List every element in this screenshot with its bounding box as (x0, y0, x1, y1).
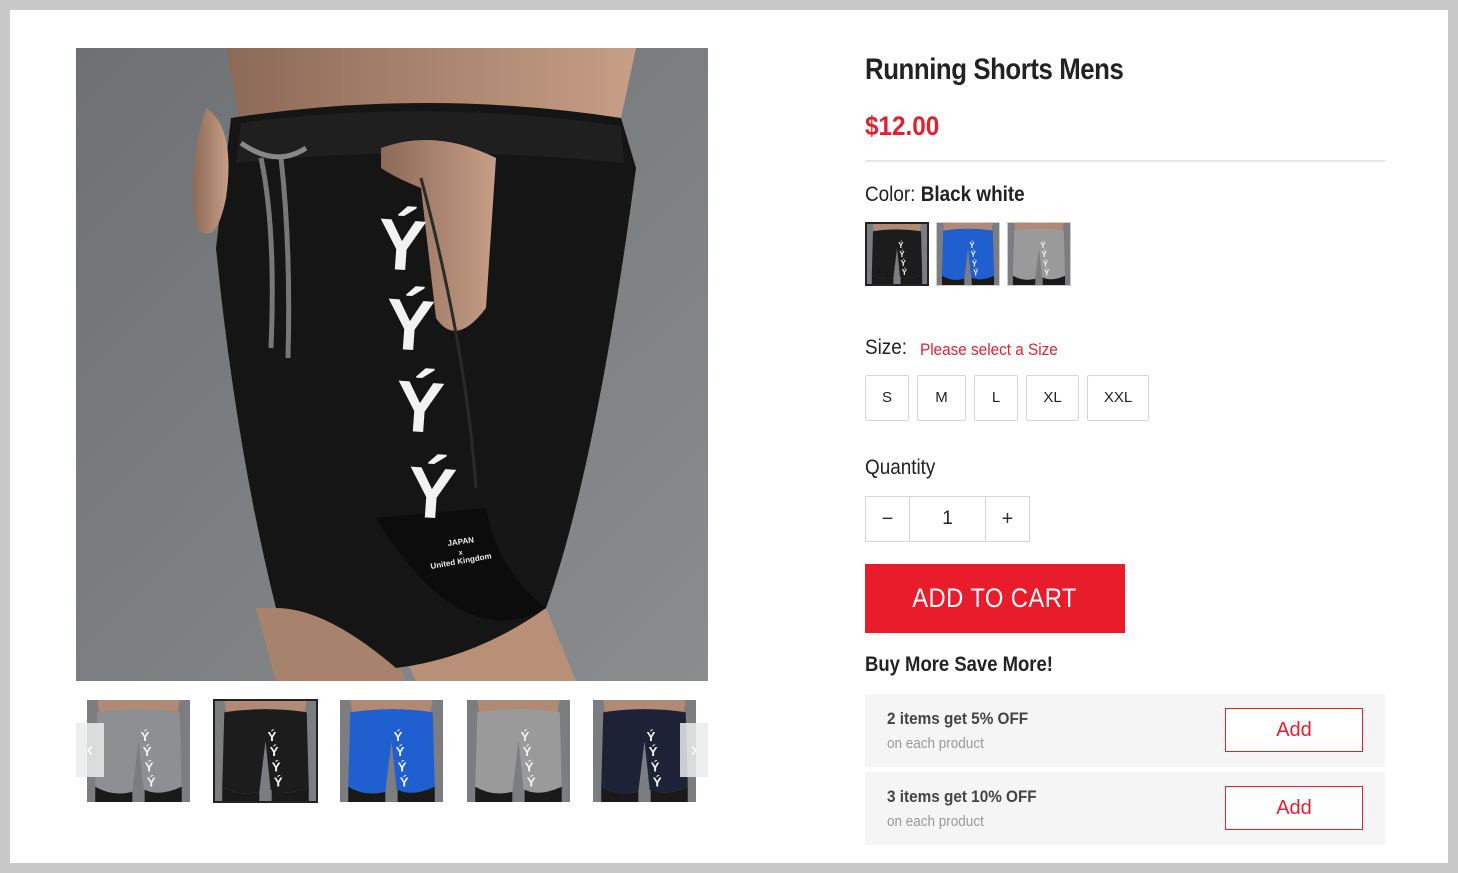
bulk-discount-title: Buy More Save More! (865, 653, 1053, 676)
svg-text:Ý: Ý (270, 744, 279, 759)
svg-text:Ý: Ý (523, 744, 532, 759)
size-option-l[interactable]: L (974, 375, 1018, 421)
offer-title: 2 items get 5% OFF (887, 709, 1029, 728)
shorts-thumbnail-image: ÝÝÝÝ (867, 224, 927, 284)
color-swatch-black[interactable]: ÝÝÝÝ (865, 222, 929, 286)
size-label: Size: (865, 336, 908, 359)
svg-text:Ý: Ý (653, 775, 662, 790)
shorts-photo: Ý Ý Ý Ý JAPAN x United Kingdom (76, 48, 708, 681)
svg-text:Ý: Ý (398, 759, 407, 774)
next-arrow-icon[interactable]: › (680, 723, 708, 777)
color-label: Color: Black white (865, 183, 1025, 207)
svg-text:Ý: Ý (141, 729, 150, 744)
product-page: Ý Ý Ý Ý JAPAN x United Kingdom ÝÝÝÝ ÝÝÝÝ… (10, 10, 1448, 863)
svg-text:Ý: Ý (521, 729, 530, 744)
size-option-xxl[interactable]: XXL (1087, 375, 1149, 421)
size-option-m[interactable]: M (917, 375, 966, 421)
svg-text:Ý: Ý (651, 759, 660, 774)
svg-text:Ý: Ý (972, 259, 978, 268)
bulk-offer-row: 3 items get 10% OFF on each product Add (865, 772, 1385, 845)
svg-text:Ý: Ý (1040, 241, 1046, 250)
color-label-text: Color: (865, 183, 916, 206)
svg-text:Ý: Ý (527, 775, 536, 790)
color-swatch-grey[interactable]: ÝÝÝÝ (1007, 222, 1071, 286)
brand-letter: Ý (383, 283, 437, 367)
shorts-thumbnail-image: ÝÝÝÝ (340, 700, 443, 802)
svg-text:Ý: Ý (1041, 250, 1047, 259)
svg-text:Ý: Ý (902, 268, 908, 277)
svg-text:Ý: Ý (898, 241, 904, 250)
svg-text:Ý: Ý (525, 759, 534, 774)
svg-text:Ý: Ý (274, 775, 283, 790)
brand-letter: Ý (375, 203, 429, 287)
quantity-plus-button[interactable]: + (985, 497, 1029, 541)
quantity-label: Quantity (865, 456, 936, 479)
svg-text:Ý: Ý (901, 259, 907, 268)
shorts-thumbnail-image: ÝÝÝÝ (467, 700, 570, 802)
svg-text:Ý: Ý (1043, 259, 1049, 268)
svg-text:Ý: Ý (272, 759, 281, 774)
offer-add-button[interactable]: Add (1225, 708, 1363, 752)
brand-letter: Ý (405, 451, 459, 535)
offer-subtitle: on each product (887, 813, 984, 830)
divider (865, 160, 1385, 162)
svg-text:Ý: Ý (1044, 269, 1050, 278)
svg-text:Ý: Ý (649, 744, 658, 759)
thumbnail-3[interactable]: ÝÝÝÝ (340, 700, 443, 802)
svg-text:Ý: Ý (969, 241, 975, 250)
product-price: $12.00 (865, 111, 940, 141)
color-selected-value: Black white (920, 183, 1025, 206)
quantity-stepper: − + (865, 496, 1030, 542)
shorts-thumbnail-image: ÝÝÝÝ (937, 223, 999, 285)
svg-text:Ý: Ý (268, 729, 277, 744)
add-to-cart-label: ADD TO CART (912, 583, 1078, 613)
color-swatch-blue[interactable]: ÝÝÝÝ (936, 222, 1000, 286)
brand-letter: Ý (393, 365, 447, 449)
size-warning: Please select a Size (920, 340, 1058, 359)
thumbnail-4[interactable]: ÝÝÝÝ (467, 700, 570, 802)
size-option-s[interactable]: S (865, 375, 909, 421)
thumbnail-2[interactable]: ÝÝÝÝ (213, 699, 318, 803)
add-to-cart-button[interactable]: ADD TO CART (865, 564, 1125, 633)
svg-text:Ý: Ý (147, 775, 156, 790)
svg-text:Ý: Ý (145, 759, 154, 774)
bulk-offer-row: 2 items get 5% OFF on each product Add (865, 694, 1385, 767)
thumbnail-carousel: ÝÝÝÝ ÝÝÝÝ ÝÝÝÝ ÝÝÝÝ ÝÝÝÝ ‹ › (76, 698, 708, 804)
svg-text:Ý: Ý (143, 744, 152, 759)
svg-text:Ý: Ý (394, 729, 403, 744)
quantity-input[interactable] (910, 497, 985, 541)
offer-add-button[interactable]: Add (1225, 786, 1363, 830)
svg-text:Ý: Ý (396, 744, 405, 759)
product-title: Running Shorts Mens (865, 53, 1124, 86)
offer-subtitle: on each product (887, 735, 984, 752)
svg-text:Ý: Ý (899, 250, 905, 259)
size-option-xl[interactable]: XL (1026, 375, 1079, 421)
shorts-thumbnail-image: ÝÝÝÝ (1008, 223, 1070, 285)
svg-text:Ý: Ý (647, 729, 656, 744)
svg-text:Ý: Ý (973, 269, 979, 278)
quantity-minus-button[interactable]: − (866, 497, 910, 541)
prev-arrow-icon[interactable]: ‹ (76, 723, 104, 777)
svg-text:Ý: Ý (970, 250, 976, 259)
shorts-thumbnail-image: ÝÝÝÝ (214, 700, 317, 802)
main-product-image[interactable]: Ý Ý Ý Ý JAPAN x United Kingdom (76, 48, 708, 681)
offer-title: 3 items get 10% OFF (887, 787, 1037, 806)
svg-text:Ý: Ý (400, 775, 409, 790)
